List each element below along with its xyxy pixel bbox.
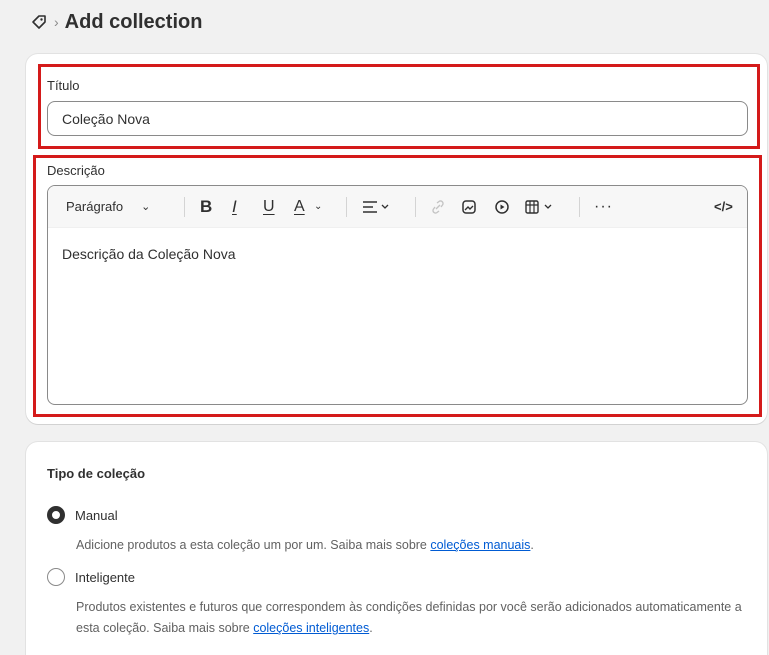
manual-help-text: Adicione produtos a esta coleção um por …	[76, 535, 756, 556]
smart-collections-link[interactable]: coleções inteligentes	[253, 621, 369, 635]
smart-label: Inteligente	[75, 569, 135, 585]
page-title: Add collection	[64, 10, 203, 33]
smart-help-end: .	[369, 621, 373, 635]
title-highlight-box	[38, 64, 760, 149]
manual-help-end: .	[530, 538, 534, 552]
collection-type-title: Tipo de coleção	[47, 466, 146, 481]
manual-label: Manual	[75, 507, 118, 523]
page-header: › Add collection	[30, 10, 202, 34]
smart-help-body: Produtos existentes e futuros que corres…	[76, 600, 742, 635]
manual-help-body: Adicione produtos a esta coleção um por …	[76, 538, 431, 552]
description-highlight-box	[33, 155, 762, 417]
smart-help-text: Produtos existentes e futuros que corres…	[76, 597, 756, 639]
breadcrumb-chevron-icon: ›	[54, 14, 59, 30]
manual-radio[interactable]	[47, 506, 65, 524]
smart-option[interactable]: Inteligente	[47, 568, 135, 586]
tag-icon	[30, 13, 48, 31]
manual-option[interactable]: Manual	[47, 506, 118, 524]
smart-radio[interactable]	[47, 568, 65, 586]
manual-collections-link[interactable]: coleções manuais	[430, 538, 530, 552]
